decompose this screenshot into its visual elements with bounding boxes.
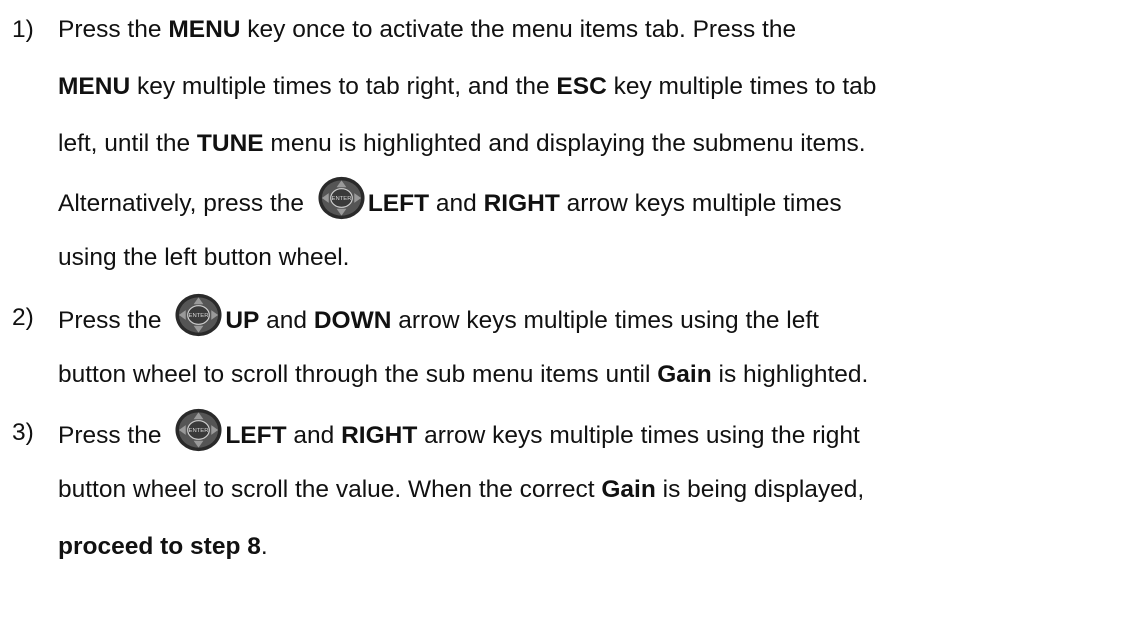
step-line: using the left button wheel.: [58, 232, 349, 284]
button-wheel-icon: ENTER: [174, 292, 223, 338]
text: key multiple times to tab right, and the: [130, 73, 557, 100]
step-line: proceed to step 8.: [58, 521, 268, 573]
svg-text:ENTER: ENTER: [331, 196, 351, 202]
text: button wheel to scroll the value. When t…: [58, 476, 602, 503]
button-wheel-icon: ENTER: [317, 175, 366, 221]
text: Press the: [58, 16, 169, 43]
step-line: Press the ENTER LEFT and RIGHT arrow keys…: [58, 407, 860, 462]
key-name: RIGHT: [483, 190, 560, 217]
step-number: 3): [12, 419, 34, 446]
text: arrow keys multiple times using the left: [391, 307, 819, 334]
text: left, until the: [58, 130, 197, 157]
instructions-page: 1) Press the MENU key once to activate t…: [0, 0, 1130, 623]
key-name: MENU: [168, 16, 241, 43]
text: key once to activate the menu items tab.…: [240, 16, 797, 43]
svg-text:ENTER: ENTER: [189, 428, 209, 434]
text: menu is highlighted and displaying the s…: [263, 130, 866, 157]
text: Press the: [58, 422, 169, 449]
key-name: UP: [225, 307, 260, 334]
key-name: LEFT: [225, 422, 287, 449]
text: arrow keys multiple times using the righ…: [417, 422, 860, 449]
item-name: Gain: [657, 361, 712, 388]
step-line: button wheel to scroll the value. When t…: [58, 464, 864, 516]
key-name: RIGHT: [341, 422, 418, 449]
key-name: DOWN: [313, 307, 392, 334]
text: button wheel to scroll through the sub m…: [58, 361, 658, 388]
step-line: MENU key multiple times to tab right, an…: [58, 61, 876, 113]
text: using the left button wheel.: [58, 244, 350, 271]
key-name: ESC: [556, 73, 607, 100]
step-line: Alternatively, press the ENTER LEFT and R…: [58, 175, 842, 230]
text: is being displayed,: [655, 476, 865, 503]
step-line: Press the ENTER UP and DOWN arrow keys mu…: [58, 292, 819, 347]
key-name: LEFT: [367, 190, 430, 217]
text: and: [259, 307, 314, 334]
button-wheel-icon: ENTER: [174, 407, 223, 453]
menu-name: TUNE: [196, 130, 264, 157]
step-line: Press the MENU key once to activate the …: [58, 4, 796, 56]
text: is highlighted.: [711, 361, 869, 388]
text: Press the: [58, 307, 169, 334]
text: arrow keys multiple times: [559, 190, 842, 217]
step-line: left, until the TUNE menu is highlighted…: [58, 118, 866, 170]
item-name: Gain: [601, 476, 656, 503]
text: Alternatively, press the: [58, 190, 311, 217]
key-name: MENU: [58, 73, 131, 100]
svg-text:ENTER: ENTER: [189, 313, 209, 319]
text: and: [286, 422, 342, 449]
text: and: [429, 190, 484, 217]
step-line: button wheel to scroll through the sub m…: [58, 349, 868, 401]
step-number: 1): [12, 16, 34, 43]
text: .: [260, 533, 268, 560]
text: key multiple times to tab: [606, 73, 877, 100]
step-number: 2): [12, 304, 34, 331]
step-reference: proceed to step 8: [58, 533, 261, 560]
